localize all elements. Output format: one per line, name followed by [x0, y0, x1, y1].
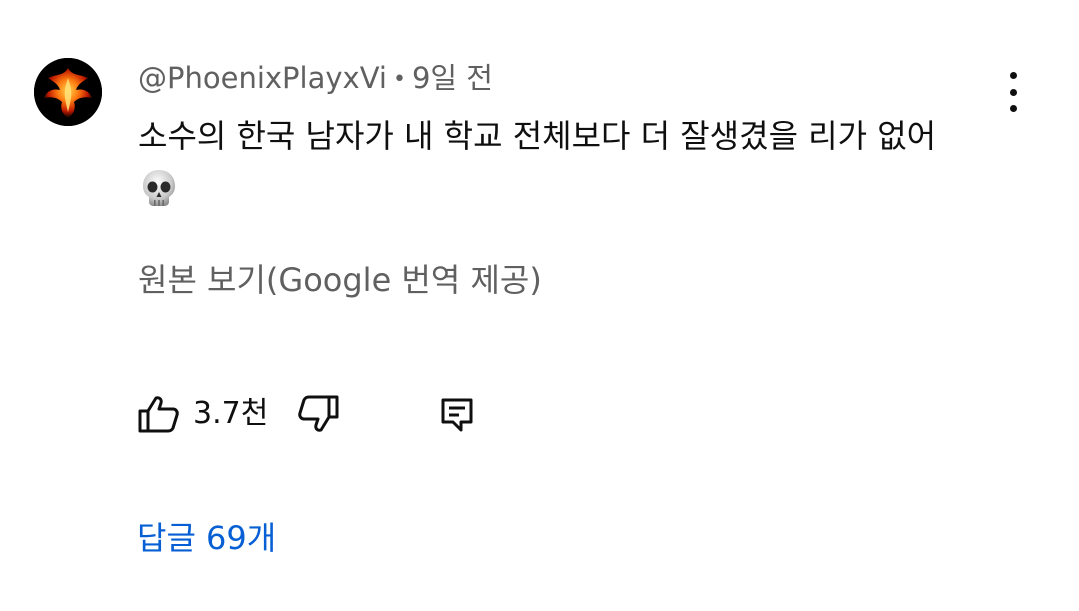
vertical-ellipsis-icon-dot	[1009, 88, 1017, 96]
more-options-button[interactable]	[996, 72, 1030, 112]
meta-separator: •	[392, 67, 406, 92]
like-button[interactable]	[137, 394, 181, 434]
comment-icon	[441, 398, 473, 432]
like-count: 3.7천	[193, 396, 269, 431]
view-replies-button[interactable]: 답글 69개	[137, 514, 276, 562]
comment-thread: @PhoenixPlayxVi • 9일 전 소수의 한국 남자가 내 학교 전체보…	[0, 0, 1079, 611]
thumbs-up-icon	[138, 396, 179, 433]
dislike-button[interactable]	[296, 394, 340, 434]
skull-emoji	[141, 168, 177, 212]
vertical-ellipsis-icon	[1009, 72, 1017, 79]
comment-actions: 3.7천	[0, 390, 1079, 440]
avatar[interactable]	[34, 58, 102, 126]
comment-timestamp[interactable]: 9일 전	[412, 61, 493, 95]
phoenix-logo	[34, 58, 102, 126]
comment-text: 소수의 한국 남자가 내 학교 전체보다 더 잘생겼을 리가 없어	[138, 117, 937, 155]
show-original-link[interactable]: 원본 보기(Google 번역 제공)	[138, 256, 542, 304]
reply-button[interactable]	[437, 394, 477, 434]
author-name[interactable]: @PhoenixPlayxVi	[138, 61, 387, 95]
thumbs-down-icon	[298, 395, 339, 432]
comment-meta: @PhoenixPlayxVi • 9일 전	[138, 58, 493, 100]
skull-icon	[143, 170, 175, 206]
